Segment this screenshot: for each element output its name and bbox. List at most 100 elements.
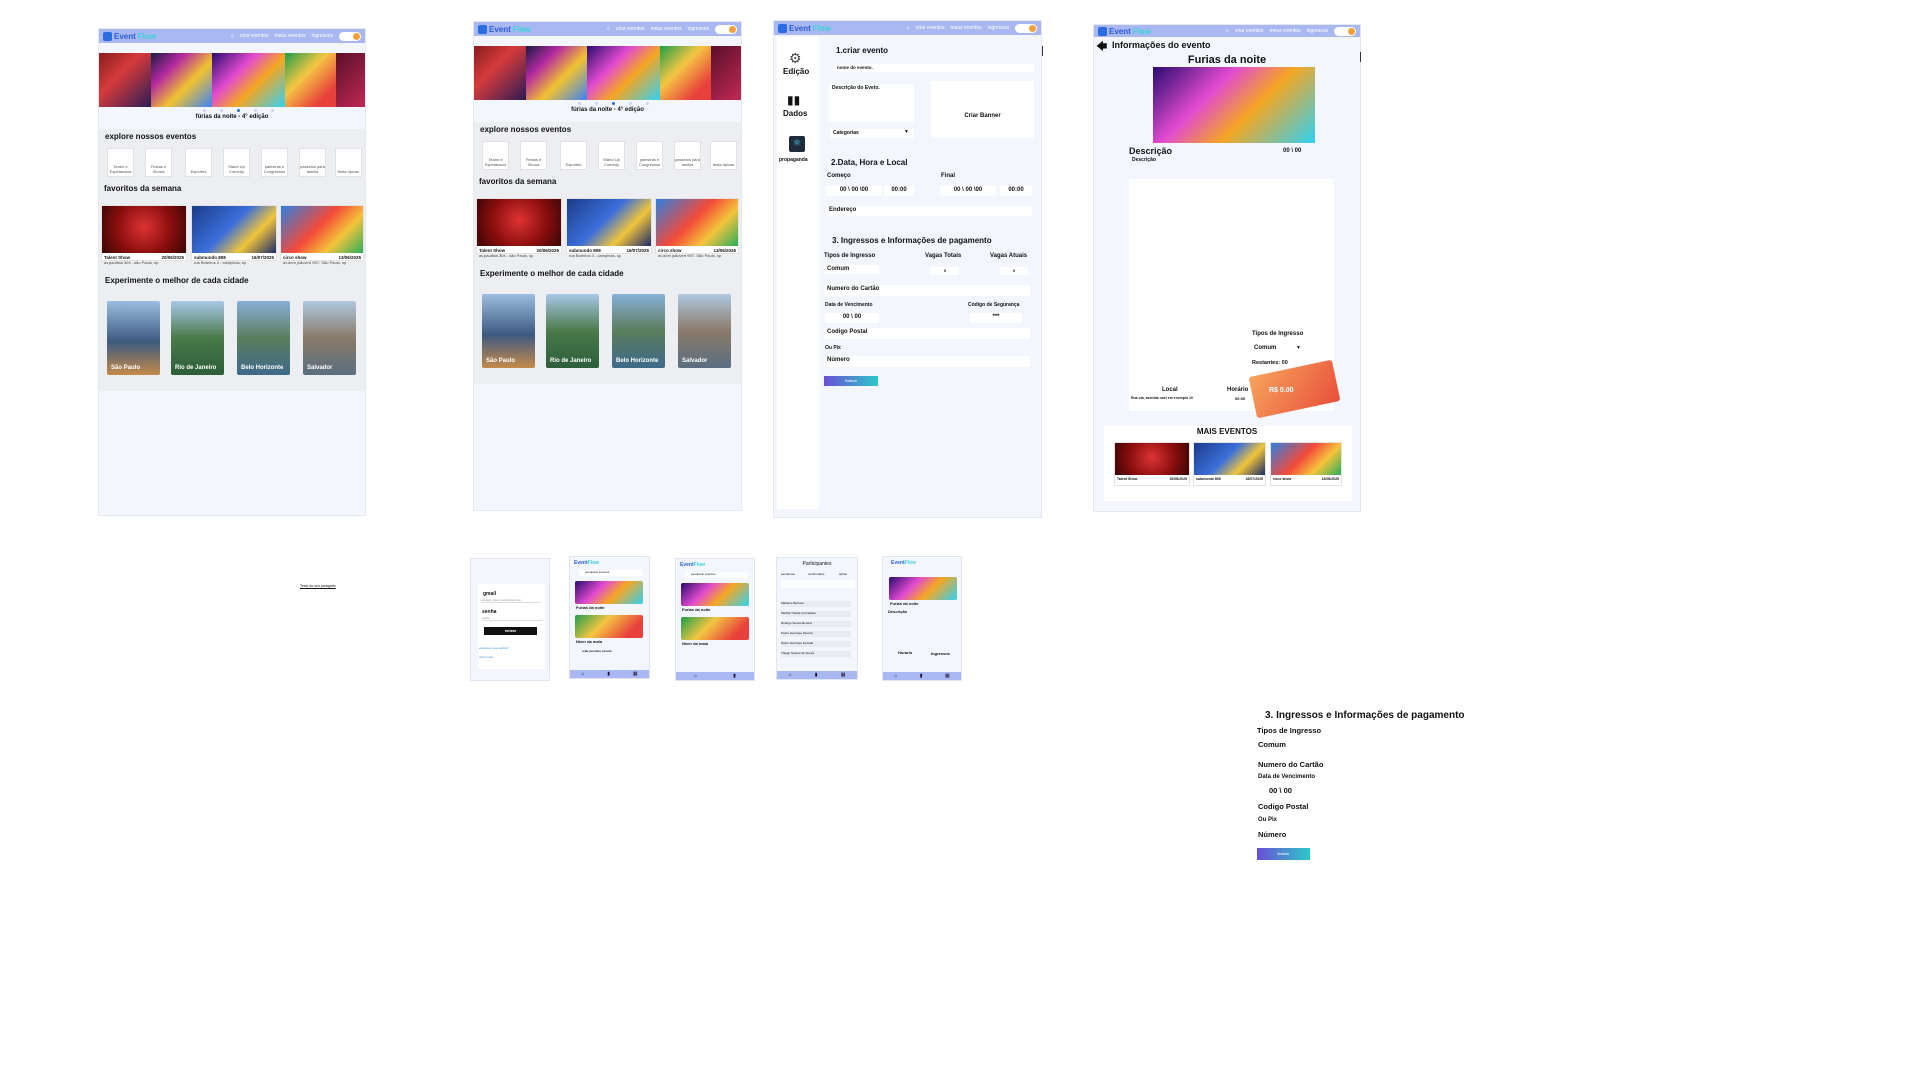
category-palestras[interactable]: palestras e Congressos — [636, 141, 663, 170]
logo[interactable]: EventFlow — [1098, 26, 1151, 36]
person-row[interactable]: Pedro Henrique Pereira — [781, 631, 851, 637]
atom-icon[interactable]: ⚛ — [789, 136, 805, 152]
event-card[interactable]: submundo 808 16/07/2025 rua Boteiros 4 - c… — [566, 198, 652, 258]
event-name[interactable]: Furias da noite — [576, 605, 604, 610]
nav-mine[interactable]: meus eventos — [650, 26, 681, 32]
side-edicao[interactable]: Edição — [783, 67, 809, 76]
nav-mine[interactable]: meus eventos — [274, 33, 305, 39]
nav-tickets[interactable]: ingressos — [988, 25, 1009, 31]
event-name[interactable]: Niver da malu — [576, 639, 602, 644]
hero-banner[interactable] — [99, 53, 365, 107]
tab-confirmed[interactable]: confirmados — [808, 572, 824, 576]
category-passeios[interactable]: passeios para família — [674, 141, 701, 170]
search-icon[interactable]: ⌕ — [607, 26, 610, 32]
current-spots-input[interactable]: 0 — [1000, 267, 1028, 275]
search-input[interactable]: pesquisar eventos — [579, 570, 642, 576]
person-row[interactable]: Matheus Barroso — [781, 601, 851, 607]
category-esportes[interactable]: Esportes — [560, 141, 587, 170]
category-passeios[interactable]: passeios para família — [299, 148, 326, 177]
nav-tickets[interactable]: ingressos — [1307, 28, 1328, 34]
person-row[interactable]: Martha Thaíde Guimarães — [781, 611, 851, 617]
tickets-label[interactable]: Ingressos — [931, 651, 950, 656]
logo[interactable]: EventFlow — [574, 560, 599, 566]
tab-pending[interactable]: pendentes — [781, 572, 795, 576]
nav-tickets[interactable]: ingressos — [312, 33, 333, 39]
bar-chart-icon[interactable]: ▮▮ — [787, 93, 800, 107]
city-card[interactable]: São Paulo — [107, 301, 160, 375]
logo[interactable]: EventFlow — [680, 562, 705, 568]
city-card[interactable]: Salvador — [303, 301, 356, 375]
city-card[interactable]: Belo Horizonte — [237, 301, 290, 375]
pix-number-label[interactable]: Número — [1258, 830, 1286, 839]
category-tipicas[interactable]: festa típicas — [335, 148, 362, 177]
category-festas[interactable]: Festas e Shows — [145, 148, 172, 177]
event-image[interactable] — [575, 615, 643, 638]
carousel-dots[interactable] — [203, 109, 274, 112]
start-time-input[interactable]: 00:00 — [884, 186, 914, 196]
create-next-link[interactable]: criar proximo evento — [582, 649, 612, 653]
due-date-input[interactable]: 00 \ 00 — [825, 313, 879, 323]
chart-icon[interactable]: ▮ — [920, 673, 923, 679]
event-card[interactable]: submundo 808 16/07/2025 rua Boteiros 4 - c… — [191, 205, 277, 265]
pix-number-input[interactable]: Número — [824, 356, 1030, 367]
grid-icon[interactable]: ▦ — [633, 671, 638, 677]
postal-code-input[interactable]: Codigo Postal — [824, 328, 1030, 339]
end-date-input[interactable]: 00 \ 00 \00 — [940, 186, 996, 196]
grid-icon[interactable]: ▦ — [841, 672, 846, 678]
event-name[interactable]: Niver da malu — [682, 641, 708, 646]
card-number-input[interactable]: Numero do Cartão — [824, 285, 1030, 296]
theme-toggle[interactable] — [715, 24, 737, 34]
forgot-link[interactable]: Texto do seu parágrafo — [300, 584, 336, 588]
create-account-link[interactable]: criar conta — [479, 655, 493, 659]
ticket-type-value[interactable]: Comum — [1258, 740, 1286, 749]
description-input[interactable]: Descrição do Eveto. — [829, 84, 914, 122]
forgot-password-link[interactable]: esqueceu sua senha? — [479, 646, 508, 650]
postal-code-label[interactable]: Codigo Postal — [1258, 802, 1308, 811]
search-icon[interactable]: ⌕ — [907, 25, 910, 31]
ticket-type-input[interactable]: Comum — [824, 265, 879, 274]
event-image[interactable] — [681, 617, 749, 640]
city-card[interactable]: São Paulo — [482, 294, 535, 368]
tab-actions[interactable]: ações — [839, 572, 847, 576]
nav-create[interactable]: criar eventos — [1235, 28, 1264, 34]
security-code-input[interactable]: *** — [970, 313, 1022, 323]
home-icon[interactable]: ⌂ — [789, 672, 792, 678]
create-banner-button[interactable]: Criar Banner — [931, 81, 1034, 138]
card-number-label[interactable]: Numero do Cartão — [1258, 760, 1323, 769]
search-icon[interactable]: ⌕ — [231, 33, 234, 39]
gear-icon[interactable]: ⚙ — [789, 50, 802, 67]
nav-tickets[interactable]: ingressos — [688, 26, 709, 32]
event-name-input[interactable]: nome do evento. — [834, 64, 1034, 72]
event-card[interactable]: Talent Show 20/06/2025 — [1114, 442, 1190, 486]
event-card[interactable]: submundo 808 16/07/2025 — [1193, 442, 1266, 486]
home-icon[interactable]: ⌂ — [694, 673, 697, 679]
side-propaganda[interactable]: propaganda — [779, 157, 808, 163]
password-field[interactable]: senha — [482, 617, 542, 621]
theme-toggle[interactable] — [339, 31, 361, 41]
chart-icon[interactable]: ▮ — [733, 673, 736, 679]
category-teatro[interactable]: Teatro e Espetáculos — [482, 141, 509, 170]
person-row[interactable]: Thiago Soares de Souza — [781, 651, 851, 657]
nav-create[interactable]: criar eventos — [616, 26, 645, 32]
side-dados[interactable]: Dados — [783, 109, 807, 118]
chart-icon[interactable]: ▮ — [607, 671, 610, 677]
due-date-value[interactable]: 00 \ 00 — [1269, 786, 1292, 795]
event-name[interactable]: Furias da noite — [682, 607, 710, 612]
logo[interactable]: EventFlow — [478, 24, 531, 34]
chart-icon[interactable]: ▮ — [815, 672, 818, 678]
theme-toggle[interactable] — [1015, 23, 1037, 33]
search-icon[interactable]: ⌕ — [1226, 28, 1229, 34]
city-card[interactable]: Rio de Janeiro — [171, 301, 224, 375]
hero-banner[interactable] — [474, 46, 741, 100]
nav-mine[interactable]: meus eventos — [1269, 28, 1300, 34]
carousel-dots[interactable] — [578, 102, 649, 105]
city-card[interactable]: Rio de Janeiro — [546, 294, 599, 368]
total-spots-input[interactable]: 0 — [931, 267, 959, 275]
category-festas[interactable]: Festas e Shows — [520, 141, 547, 170]
event-card[interactable]: circo show 13/06/2025 av.dom joãovert 997-… — [280, 205, 364, 265]
category-select[interactable]: Categorias — [830, 129, 914, 138]
email-field[interactable]: exemplo_gmail_teste@email.com — [481, 599, 541, 603]
start-date-input[interactable]: 00 \ 00 \00 — [826, 186, 882, 196]
category-standup[interactable]: Stand Up Comedy — [598, 141, 625, 170]
logo[interactable]: EventFlow — [778, 23, 831, 33]
